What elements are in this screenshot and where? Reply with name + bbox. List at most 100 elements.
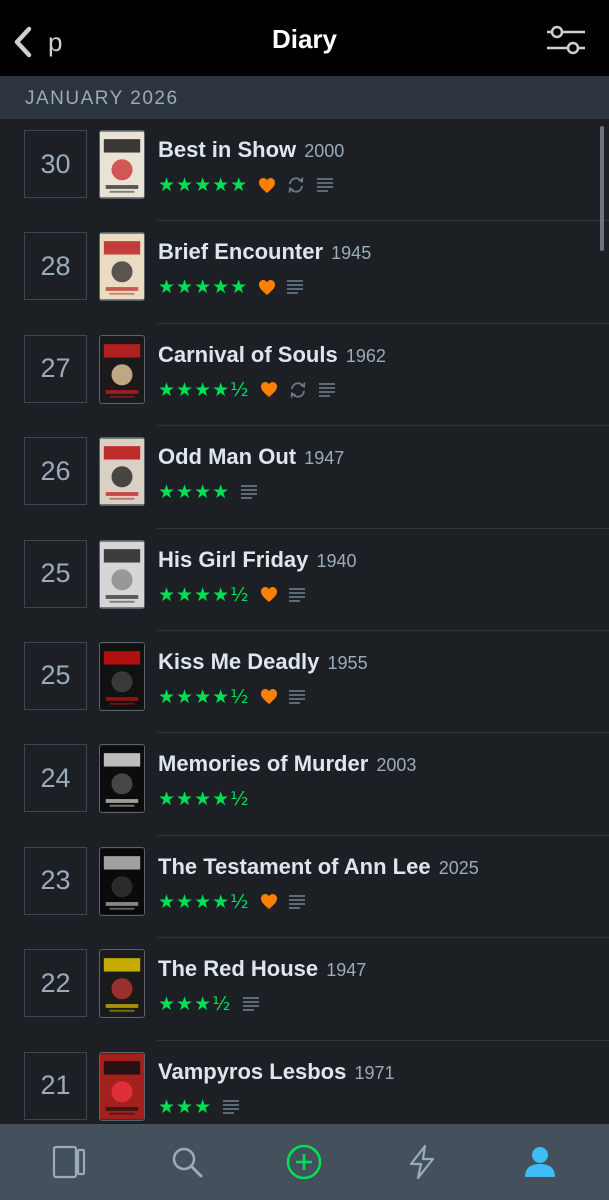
film-year: 1962: [345, 345, 386, 366]
heart-icon: [260, 587, 277, 603]
film-title: Best in Show 2000: [158, 137, 344, 163]
film-poster[interactable]: [99, 437, 145, 507]
entry-meta: ★★★★½: [158, 685, 306, 709]
film-year: 1940: [316, 550, 357, 571]
diary-entry-row[interactable]: 25 Kiss Me Deadly 1955 ★★★★½: [0, 631, 609, 734]
film-title-text: Best in Show: [158, 137, 297, 162]
films-icon: [52, 1145, 85, 1179]
scrollbar[interactable]: [600, 126, 604, 251]
film-title: The Red House 1947: [158, 956, 366, 982]
film-title-text: Memories of Murder: [158, 751, 369, 777]
poster-image: [100, 131, 144, 198]
entry-day: 21: [24, 1051, 87, 1120]
film-poster[interactable]: [99, 846, 145, 916]
diary-entry-row[interactable]: 23 The Testament of Ann Lee 2025 ★★★★½: [0, 836, 609, 939]
entry-meta: ★★★½: [158, 992, 260, 1016]
entry-meta: ★★★: [158, 1095, 240, 1119]
review-text-icon: [288, 894, 305, 909]
tab-search[interactable]: [157, 1132, 217, 1192]
film-year: 2025: [438, 857, 479, 878]
film-poster[interactable]: [99, 232, 145, 302]
star-rating: ★★★★★: [158, 174, 249, 196]
review-text-icon: [287, 280, 304, 295]
rewatch-icon: [290, 382, 305, 398]
film-poster[interactable]: [99, 949, 145, 1019]
entry-day: 28: [24, 232, 87, 301]
film-year: 1947: [326, 960, 367, 981]
tab-activity[interactable]: [392, 1132, 452, 1192]
star-rating: ★★★★½: [158, 890, 250, 913]
star-rating: ★★★★½: [158, 583, 250, 606]
review-text-icon: [223, 1099, 240, 1114]
heart-icon: [260, 689, 277, 705]
heart-icon: [259, 279, 276, 295]
entry-day: 22: [24, 949, 87, 1018]
film-year: 1955: [327, 652, 368, 673]
heart-icon: [260, 894, 277, 910]
entry-meta: ★★★★½: [158, 378, 336, 402]
star-rating: ★★★: [158, 1095, 213, 1118]
entry-meta: ★★★★½: [158, 890, 306, 914]
review-text-icon: [242, 997, 259, 1011]
month-label: JANUARY 2026: [25, 88, 179, 109]
film-title-text: Brief Encounter: [158, 239, 324, 265]
diary-entry-row[interactable]: 21 Vampyros Lesbos 1971 ★★★: [0, 1041, 609, 1124]
diary-entry-row[interactable]: 27 Carnival of Souls 1962 ★★★★½: [0, 324, 609, 427]
film-poster[interactable]: [99, 539, 145, 609]
diary-entry-row[interactable]: 24 Memories of Murder 2003 ★★★★½: [0, 733, 609, 836]
poster-image: [100, 438, 144, 505]
activity-icon: [410, 1144, 435, 1180]
film-poster[interactable]: [99, 130, 145, 199]
film-year: 1945: [331, 243, 372, 264]
tab-profile[interactable]: [510, 1132, 570, 1192]
film-poster[interactable]: [99, 744, 145, 814]
star-rating: ★★★★½: [158, 378, 250, 401]
entry-meta: ★★★★: [158, 480, 258, 504]
month-section-header: JANUARY 2026: [0, 76, 609, 119]
film-title-text: Kiss Me Deadly: [158, 648, 320, 674]
diary-entry-row[interactable]: 25 His Girl Friday 1940 ★★★★½: [0, 529, 609, 631]
entry-meta: ★★★★★: [158, 173, 334, 197]
poster-image: [100, 541, 144, 608]
film-title-text: The Red House: [158, 956, 319, 982]
film-title: Kiss Me Deadly 1955: [158, 649, 368, 675]
tab-films[interactable]: [39, 1132, 99, 1192]
film-year: 1947: [304, 448, 345, 469]
poster-image: [100, 233, 144, 300]
poster-image: [100, 745, 144, 812]
tab-add[interactable]: [274, 1132, 334, 1192]
diary-entry-row[interactable]: 28 Brief Encounter 1945 ★★★★★: [0, 221, 609, 324]
diary-list[interactable]: 30 Best in Show 2000 ★★★★★ 28 Brief Encounte…: [0, 119, 609, 1124]
entry-day: 25: [24, 641, 87, 710]
star-rating: ★★★★: [158, 481, 231, 504]
film-title-text: Carnival of Souls: [158, 341, 338, 367]
entry-meta: ★★★★★: [158, 275, 304, 299]
review-text-icon: [317, 178, 334, 192]
poster-image: [100, 1053, 144, 1120]
entry-day: 30: [24, 130, 87, 198]
film-title-text: His Girl Friday: [158, 546, 309, 572]
diary-entry-row[interactable]: 26 Odd Man Out 1947 ★★★★: [0, 426, 609, 529]
rewatch-icon: [288, 177, 304, 193]
entry-day: 24: [24, 744, 87, 813]
film-title: The Testament of Ann Lee 2025: [158, 854, 479, 880]
film-poster[interactable]: [99, 1051, 145, 1121]
star-rating: ★★★★★: [158, 276, 249, 299]
star-rating: ★★★½: [158, 993, 232, 1016]
poster-image: [100, 336, 144, 403]
review-text-icon: [318, 382, 335, 397]
heart-icon: [260, 382, 277, 398]
film-year: 1971: [354, 1062, 395, 1083]
review-text-icon: [288, 690, 305, 704]
film-poster[interactable]: [99, 334, 145, 404]
tab-bar: [0, 1124, 609, 1200]
diary-entry-row[interactable]: 30 Best in Show 2000 ★★★★★: [0, 119, 609, 222]
film-title: Vampyros Lesbos 1971: [158, 1059, 394, 1085]
filter-sliders-icon[interactable]: [545, 24, 587, 56]
film-title-text: The Testament of Ann Lee: [158, 853, 431, 879]
film-poster[interactable]: [99, 641, 145, 711]
film-title-text: Odd Man Out: [158, 444, 297, 470]
entry-day: 27: [24, 334, 87, 403]
poster-image: [100, 643, 144, 710]
diary-entry-row[interactable]: 22 The Red House 1947 ★★★½: [0, 938, 609, 1041]
